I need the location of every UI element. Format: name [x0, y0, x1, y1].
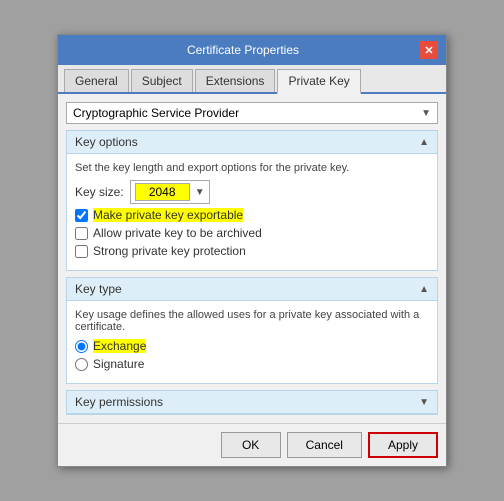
key-size-chevron-icon: ▼	[195, 187, 205, 198]
key-options-section: Key options ▲ Set the key length and exp…	[66, 130, 438, 271]
key-type-desc: Key usage defines the allowed uses for a…	[75, 309, 429, 333]
csp-chevron-icon: ▼	[421, 108, 431, 119]
tab-bar: General Subject Extensions Private Key	[58, 65, 446, 94]
key-permissions-section: Key permissions ▼	[66, 390, 438, 415]
key-size-value: 2048	[135, 183, 190, 201]
tab-private-key[interactable]: Private Key	[277, 69, 360, 94]
key-permissions-chevron-icon: ▼	[419, 397, 429, 408]
key-size-dropdown[interactable]: 2048 ▼	[130, 180, 210, 204]
cancel-button[interactable]: Cancel	[287, 432, 362, 458]
key-size-row: Key size: 2048 ▼	[75, 180, 429, 204]
key-options-body: Set the key length and export options fo…	[67, 154, 437, 270]
signature-radio[interactable]	[75, 358, 88, 371]
key-permissions-header[interactable]: Key permissions ▼	[67, 391, 437, 414]
csp-dropdown[interactable]: Cryptographic Service Provider ▼	[66, 102, 438, 124]
checkbox-row-2: Strong private key protection	[75, 244, 429, 258]
tab-subject[interactable]: Subject	[131, 69, 193, 92]
ok-button[interactable]: OK	[221, 432, 281, 458]
radio-row-signature: Signature	[75, 357, 429, 371]
dialog-content: Cryptographic Service Provider ▼ Key opt…	[58, 94, 446, 423]
button-bar: OK Cancel Apply	[58, 423, 446, 466]
checkbox-row-1: Allow private key to be archived	[75, 226, 429, 240]
allow-archive-label: Allow private key to be archived	[93, 226, 262, 240]
certificate-properties-dialog: Certificate Properties ✕ General Subject…	[57, 34, 447, 467]
title-bar: Certificate Properties ✕	[58, 35, 446, 65]
key-type-body: Key usage defines the allowed uses for a…	[67, 301, 437, 383]
strong-protection-checkbox[interactable]	[75, 245, 88, 258]
key-type-section: Key type ▲ Key usage defines the allowed…	[66, 277, 438, 384]
dialog-title: Certificate Properties	[66, 43, 420, 57]
strong-protection-label: Strong private key protection	[93, 244, 246, 258]
make-exportable-checkbox[interactable]	[75, 209, 88, 222]
tab-general[interactable]: General	[64, 69, 129, 92]
make-exportable-label: Make private key exportable	[93, 208, 243, 222]
exchange-label: Exchange	[93, 339, 146, 353]
signature-label: Signature	[93, 357, 144, 371]
key-size-label: Key size:	[75, 185, 124, 199]
key-options-desc: Set the key length and export options fo…	[75, 162, 429, 174]
exchange-radio[interactable]	[75, 340, 88, 353]
apply-button[interactable]: Apply	[368, 432, 438, 458]
key-type-chevron-icon: ▲	[419, 284, 429, 295]
allow-archive-checkbox[interactable]	[75, 227, 88, 240]
key-options-chevron-icon: ▲	[419, 137, 429, 148]
radio-row-exchange: Exchange	[75, 339, 429, 353]
key-permissions-title: Key permissions	[75, 395, 163, 409]
key-options-title: Key options	[75, 135, 138, 149]
csp-dropdown-value: Cryptographic Service Provider	[73, 106, 239, 120]
checkbox-row-0: Make private key exportable	[75, 208, 429, 222]
key-type-title: Key type	[75, 282, 122, 296]
key-options-header[interactable]: Key options ▲	[67, 131, 437, 154]
tab-extensions[interactable]: Extensions	[195, 69, 276, 92]
key-type-header[interactable]: Key type ▲	[67, 278, 437, 301]
close-button[interactable]: ✕	[420, 41, 438, 59]
